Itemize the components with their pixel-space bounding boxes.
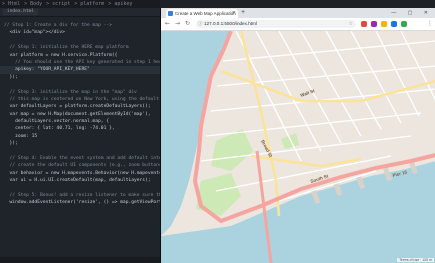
code-line: // this map is centered on New York, usi…: [9, 96, 159, 102]
browser-tab[interactable]: Create a Web Map Application ✕: [166, 9, 238, 18]
browser-tab-bar: Create a Web Map Application ✕ + — ▢ ✕: [161, 8, 435, 18]
code-line: var ui = H.ui.UI.createDefault(map, defa…: [4, 178, 151, 184]
code-line: var map = new H.Map(document.getElementB…: [4, 111, 151, 117]
close-tab-icon[interactable]: ✕: [232, 9, 236, 18]
code-line: // Step 4: Enable the event system and a…: [9, 156, 160, 162]
code-line: });: [4, 74, 18, 80]
extension-icon[interactable]: [391, 21, 397, 27]
browser-tab-title: Create a Web Map Application: [175, 11, 236, 16]
back-button[interactable]: ←: [163, 19, 172, 29]
code-line: <div id="map"></div>: [4, 30, 65, 36]
editor-breadcrumb: > Html > Body > script > platform > apikey: [0, 0, 160, 8]
code-line: // You should use the API key generated …: [4, 59, 160, 65]
browser-toolbar: ← → ↻ ⓘ 127.0.0.1:5500/index.html ☆ ⋮: [161, 18, 435, 31]
breadcrumb-item[interactable]: > Body: [24, 1, 42, 7]
browser-menu-button[interactable]: ⋮: [427, 19, 433, 29]
map-canvas: Pier 15 Wall St South St Broad St: [161, 31, 435, 263]
code-line: var behavior = new H.mapevents.Behavior(…: [9, 170, 160, 176]
breadcrumb-item[interactable]: > Html: [2, 1, 20, 7]
breadcrumb-item[interactable]: > apikey: [108, 1, 132, 7]
code-line: var platform = new H.service.Platform({: [4, 52, 118, 58]
extension-icon[interactable]: [371, 21, 377, 27]
editor-tab[interactable]: index.html: [3, 9, 39, 15]
browser-window: Create a Web Map Application ✕ + — ▢ ✕ ←…: [160, 8, 435, 263]
code-editor[interactable]: > Html > Body > script > platform > apikey i…: [0, 0, 160, 263]
code-line: center: { lat: 40.71, lng: -74.01 },: [4, 126, 115, 132]
code-line: });: [4, 141, 18, 147]
editor-status-bar: [0, 257, 160, 263]
extension-icon[interactable]: [401, 21, 407, 27]
window-controls[interactable]: — ▢ ✕: [391, 8, 433, 18]
map-view[interactable]: Pier 15 Wall St South St Broad St Terms …: [161, 31, 435, 263]
bookmark-star-icon[interactable]: ☆: [349, 20, 353, 28]
code-line: // Step 1: initialize the HERE map platf…: [4, 45, 129, 51]
address-bar[interactable]: ⓘ 127.0.0.1:5500/index.html ☆: [196, 20, 356, 28]
new-tab-button[interactable]: +: [241, 9, 245, 17]
code-line: defaultLayers.vector.normal.map, {: [4, 119, 110, 125]
forward-button[interactable]: →: [173, 19, 182, 29]
code-line: var defaultLayers = platform.createDefau…: [4, 104, 151, 110]
favicon-icon: [168, 11, 173, 16]
code-line: window.addEventListener('resize', () => …: [9, 200, 160, 206]
extension-icon[interactable]: [361, 21, 367, 27]
code-line: zoom: 15: [4, 133, 38, 139]
code-line: apikey: "YOUR_API_KEY_HERE": [0, 66, 160, 74]
code-line: // Step 5: Bonus! add a resize listener …: [9, 192, 160, 198]
map-attribution[interactable]: Terms of use · 100 m: [397, 258, 434, 262]
breadcrumb-item[interactable]: > script: [46, 1, 70, 7]
code-line: // create the default UI components (e.g…: [4, 163, 160, 169]
breadcrumb-item[interactable]: > platform: [74, 1, 104, 7]
address-text: 127.0.0.1:5500/index.html: [204, 21, 257, 26]
code-area[interactable]: // Step 1: Create a div for the map --> …: [0, 22, 160, 207]
reload-button[interactable]: ↻: [183, 19, 192, 29]
extension-icon[interactable]: [381, 21, 387, 27]
code-line: // Step 1: Create a div for the map -->: [4, 23, 112, 28]
editor-tab-bar: index.html: [0, 8, 160, 17]
code-line: // Step 3: initialize the map in the "ma…: [4, 89, 137, 95]
info-icon[interactable]: ⓘ: [198, 20, 203, 28]
